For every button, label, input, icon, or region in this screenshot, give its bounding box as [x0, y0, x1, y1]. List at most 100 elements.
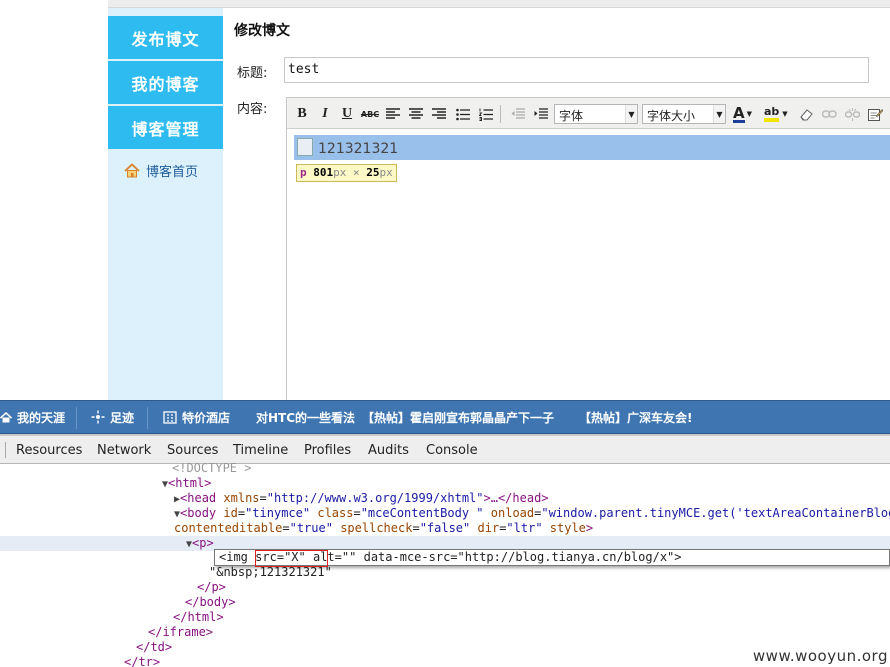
- italic-button[interactable]: I: [315, 104, 335, 124]
- tab-profiles[interactable]: Profiles: [304, 443, 351, 458]
- element-size-tooltip: p 801px × 25px: [296, 164, 397, 182]
- sidebar-publish-button[interactable]: 发布博文: [108, 16, 223, 59]
- tab-sources[interactable]: Sources: [167, 443, 218, 458]
- bookmark-item-hot-post-1[interactable]: 【热帖】霍启刚宣布郭晶晶产下一子: [362, 401, 554, 433]
- devtools-divider: [0, 434, 890, 436]
- editor-content-text[interactable]: 121321321: [318, 141, 398, 157]
- font-family-select[interactable]: 字体 ▼: [554, 104, 638, 124]
- home-icon: [0, 411, 12, 422]
- font-size-value: 字体大小: [647, 109, 696, 123]
- compass-icon: [91, 410, 105, 424]
- dom-attr-name: xmlns: [223, 491, 260, 505]
- tab-timeline[interactable]: Timeline: [233, 443, 288, 458]
- edit-html-icon[interactable]: [865, 104, 885, 124]
- dom-tag: <img: [219, 550, 248, 564]
- content-label: 内容:: [237, 102, 268, 117]
- dom-attr-value: "window.parent.tinyMCE.get('textAreaCont…: [541, 506, 890, 520]
- bookmark-label: 【热帖】霍启刚宣布郭晶晶产下一子: [362, 410, 555, 425]
- bookmark-item-my-tianya[interactable]: 我的天涯: [0, 401, 65, 433]
- dom-close-html[interactable]: </html>: [173, 610, 224, 625]
- title-label: 标题:: [237, 66, 268, 81]
- dom-close-tr[interactable]: </tr>: [124, 655, 160, 667]
- underline-button[interactable]: U: [337, 104, 357, 124]
- font-size-select[interactable]: 字体大小 ▼: [642, 104, 726, 124]
- tooltip-times: ×: [353, 166, 360, 179]
- bookmark-item-hotel[interactable]: 特价酒店: [163, 401, 230, 433]
- dom-node-html[interactable]: ▼<html>: [162, 476, 211, 491]
- broken-image-icon[interactable]: [297, 138, 313, 156]
- title-input[interactable]: test: [284, 57, 869, 83]
- chevron-down-icon: ▼: [746, 110, 752, 118]
- align-right-icon[interactable]: [429, 104, 449, 124]
- tab-resources[interactable]: Resources: [16, 443, 82, 458]
- dom-node-body-cont[interactable]: contenteditable="true" spellcheck="false…: [174, 521, 593, 536]
- dom-close-td[interactable]: </td>: [136, 640, 172, 655]
- sidebar-blog-manage-button[interactable]: 博客管理: [108, 106, 223, 149]
- dom-close-p[interactable]: </p>: [197, 580, 226, 595]
- tooltip-unit: px: [333, 166, 347, 179]
- dom-attr-value: "http://blog.tianya.cn/blog/x": [457, 550, 675, 564]
- tab-audits[interactable]: Audits: [368, 443, 409, 458]
- dom-attr-name: spellcheck: [340, 521, 413, 535]
- toolbar-separator: [500, 105, 501, 123]
- dom-attr-name: style: [549, 521, 586, 535]
- devtools-resize-handle[interactable]: [0, 442, 6, 458]
- dom-node-head[interactable]: ▶<head xmlns="http://www.w3.org/1999/xht…: [174, 491, 549, 506]
- dom-tag: <p>: [192, 536, 214, 550]
- font-family-value: 字体: [559, 109, 584, 123]
- bookmark-label: 对HTC的一些看法: [256, 410, 356, 425]
- dom-text-node[interactable]: "&nbsp;121321321": [209, 565, 332, 580]
- tooltip-height: 25: [366, 166, 380, 179]
- dom-attr-value: "mceContentBody ": [360, 506, 484, 520]
- outdent-icon[interactable]: [508, 104, 528, 124]
- bookmark-separator: [76, 407, 77, 429]
- sidebar-home-link[interactable]: 博客首页: [124, 159, 198, 181]
- dom-node-p[interactable]: ▼<p>: [186, 536, 214, 551]
- page-title: 修改博文: [234, 23, 290, 39]
- top-strip: [108, 0, 890, 8]
- strikethrough-button[interactable]: ABC: [360, 104, 380, 124]
- dom-close-body[interactable]: </body>: [185, 595, 236, 610]
- bullet-list-icon[interactable]: [453, 104, 473, 124]
- bookmark-label: 【热帖】广深车友会!: [579, 410, 693, 425]
- sidebar-my-blog-button[interactable]: 我的博客: [108, 61, 223, 104]
- chevron-down-icon: ▼: [625, 105, 637, 123]
- dom-tag: <head: [180, 491, 217, 505]
- devtools-tab-bar: Resources Network Sources Timeline Profi…: [0, 434, 890, 464]
- unlink-icon[interactable]: [842, 104, 862, 124]
- dom-attr-name: dir: [477, 521, 500, 535]
- bookmark-item-htc[interactable]: 对HTC的一些看法: [256, 401, 355, 433]
- dom-attr-value: "tinymce": [245, 506, 311, 520]
- dom-tree[interactable]: <!DOCTYPE > ▼<html> ▶<head xmlns="http:/…: [0, 461, 890, 667]
- bold-button[interactable]: B: [292, 104, 312, 124]
- dom-tag: <body: [180, 506, 217, 520]
- indent-icon[interactable]: [531, 104, 551, 124]
- chevron-down-icon: ▼: [713, 105, 725, 123]
- tab-console[interactable]: Console: [426, 443, 478, 458]
- eraser-icon[interactable]: [796, 104, 816, 124]
- font-color-button[interactable]: A ▼: [733, 104, 759, 124]
- dom-close-iframe[interactable]: </iframe>: [148, 625, 213, 640]
- bookmark-item-hot-post-2[interactable]: 【热帖】广深车友会!: [579, 401, 692, 433]
- link-icon[interactable]: [819, 104, 839, 124]
- numbered-list-icon[interactable]: [476, 104, 496, 124]
- dom-attr-name: contenteditable: [174, 521, 283, 535]
- highlight-glyph: ab: [764, 106, 780, 122]
- highlight-color-button[interactable]: ab ▼: [764, 104, 794, 124]
- bookmark-label: 我的天涯: [17, 410, 66, 425]
- bookmark-item-footprint[interactable]: 足迹: [91, 401, 134, 433]
- editor-toolbar: B I U ABC 字体 ▼ 字体大小 ▼ A ▼ ab ▼: [287, 98, 890, 129]
- align-center-icon[interactable]: [406, 104, 426, 124]
- align-left-icon[interactable]: [383, 104, 403, 124]
- dom-node-body[interactable]: ▼<body id="tinymce" class="mceContentBod…: [174, 506, 890, 521]
- dom-tag: >: [585, 521, 594, 535]
- dom-tag: <html>: [168, 476, 212, 490]
- dom-attr-name: id: [223, 506, 238, 520]
- dom-attr-value: "": [341, 550, 357, 564]
- dom-doctype[interactable]: <!DOCTYPE >: [172, 461, 251, 476]
- tab-network[interactable]: Network: [97, 443, 151, 458]
- bookmark-label: 特价酒店: [182, 410, 231, 425]
- rich-text-editor[interactable]: B I U ABC 字体 ▼ 字体大小 ▼ A ▼ ab ▼ 121321321…: [286, 97, 890, 400]
- dom-attr-name: class: [317, 506, 354, 520]
- dom-attr-name: onload: [490, 506, 535, 520]
